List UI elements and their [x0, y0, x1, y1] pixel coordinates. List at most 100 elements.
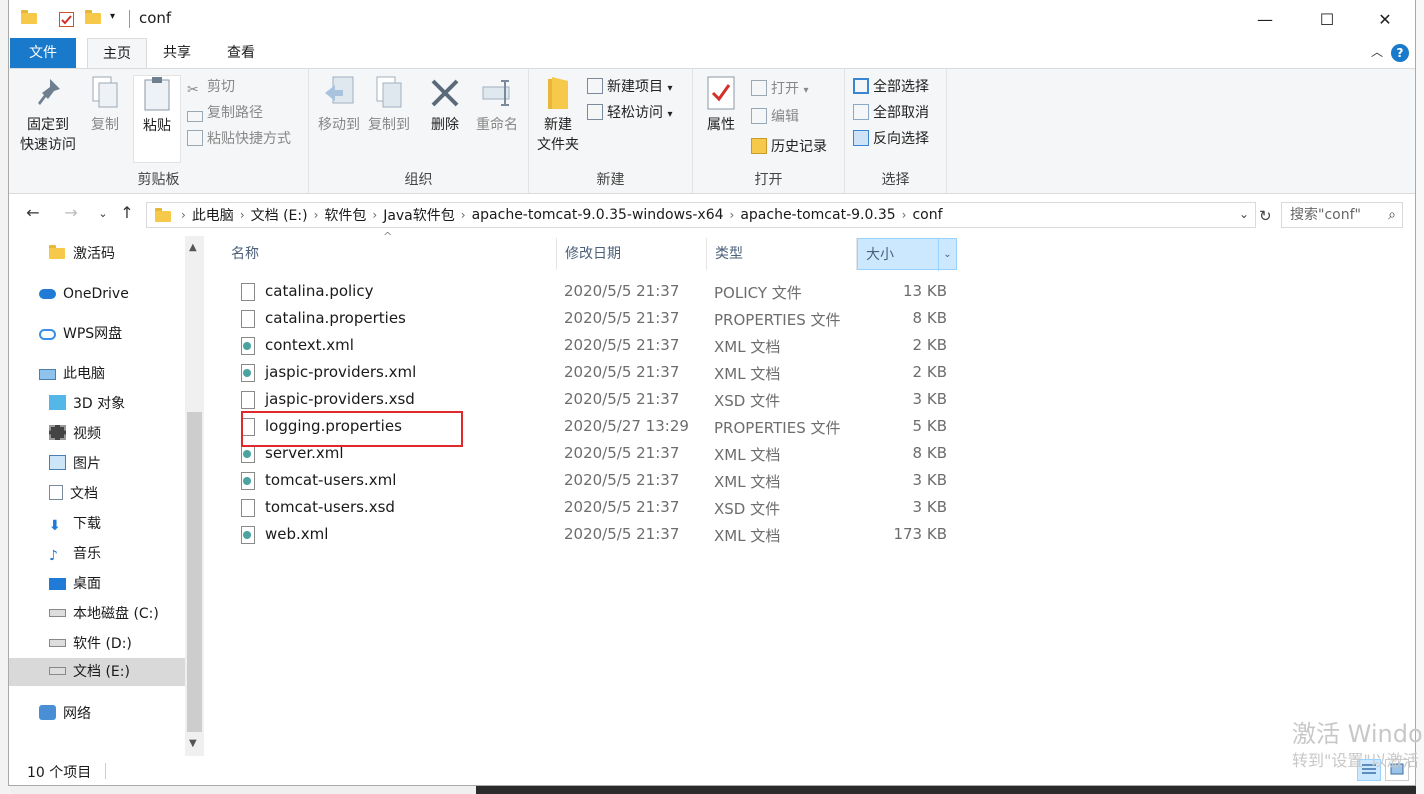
copy-path-icon: [187, 111, 203, 122]
nav-scrollbar-thumb[interactable]: [187, 412, 202, 732]
new-folder-quick-icon[interactable]: [85, 10, 103, 28]
nav-item-drive-e[interactable]: 文档 (E:): [9, 658, 185, 686]
breadcrumb-java[interactable]: Java软件包: [383, 205, 455, 225]
paste-shortcut-button[interactable]: 粘贴快捷方式: [187, 127, 291, 151]
column-header-date[interactable]: 修改日期: [557, 238, 707, 270]
forward-arrow-icon[interactable]: →: [59, 203, 83, 222]
chevron-right-icon[interactable]: ›: [730, 208, 735, 222]
address-dropdown-icon[interactable]: ⌄: [1239, 207, 1249, 221]
move-to-button[interactable]: 移动到: [315, 75, 363, 135]
chevron-up-icon[interactable]: ︿: [1371, 43, 1383, 60]
network-icon: [39, 705, 56, 720]
open-button[interactable]: 打开 ▾: [751, 77, 808, 101]
easy-access-button[interactable]: 轻松访问 ▾: [587, 101, 672, 125]
title-separator: [129, 10, 130, 28]
chevron-right-icon[interactable]: ›: [240, 208, 245, 222]
nav-item-this-pc[interactable]: 此电脑: [39, 360, 105, 388]
nav-item-downloads[interactable]: ⬇ 下载: [49, 510, 101, 538]
close-button[interactable]: ✕: [1355, 0, 1415, 38]
tab-home[interactable]: 主页: [87, 38, 147, 69]
breadcrumb-conf[interactable]: conf: [912, 207, 942, 223]
rename-button[interactable]: 重命名: [471, 75, 523, 135]
music-icon: ♪: [49, 548, 58, 564]
copy-path-button[interactable]: 复制路径: [187, 101, 263, 125]
minimize-button[interactable]: —: [1235, 0, 1295, 38]
xml-file-icon: [241, 337, 255, 355]
properties-quick-icon[interactable]: [59, 12, 74, 27]
search-input[interactable]: 搜索"conf" ⌕: [1281, 202, 1403, 228]
nav-item-music[interactable]: ♪ 音乐: [49, 540, 101, 568]
breadcrumb-this-pc[interactable]: 此电脑: [192, 205, 234, 225]
new-item-button[interactable]: 新建项目 ▾: [587, 75, 672, 99]
nav-item-documents[interactable]: 文档: [49, 480, 98, 508]
drive-d-icon: [49, 639, 66, 647]
tab-share[interactable]: 共享: [149, 38, 205, 68]
breadcrumb-tomcat[interactable]: apache-tomcat-9.0.35: [740, 207, 895, 223]
table-row[interactable]: catalina.properties 2020/5/5 21:37 PROPE…: [233, 305, 953, 332]
chevron-right-icon[interactable]: ›: [461, 208, 466, 222]
table-row[interactable]: tomcat-users.xsd 2020/5/5 21:37 XSD 文件 3…: [233, 494, 953, 521]
new-folder-button[interactable]: 新建 文件夹: [533, 75, 583, 155]
properties-button[interactable]: 属性: [699, 75, 743, 135]
tab-view[interactable]: 查看: [213, 38, 269, 68]
xml-file-icon: [241, 364, 255, 382]
nav-item-drive-d[interactable]: 软件 (D:): [49, 630, 132, 658]
nav-item-pictures[interactable]: 图片: [49, 450, 101, 478]
copy-to-button[interactable]: 复制到: [365, 75, 413, 135]
paste-button[interactable]: 粘贴: [133, 75, 181, 163]
scroll-up-icon[interactable]: ▲: [189, 242, 197, 253]
column-header-type[interactable]: 类型: [707, 238, 857, 270]
table-row[interactable]: tomcat-users.xml 2020/5/5 21:37 XML 文档 3…: [233, 467, 953, 494]
nav-item-desktop[interactable]: 桌面: [49, 570, 101, 598]
table-row[interactable]: jaspic-providers.xml 2020/5/5 21:37 XML …: [233, 359, 953, 386]
new-item-icon: [587, 78, 603, 94]
edit-button[interactable]: 编辑: [751, 105, 799, 129]
select-none-button[interactable]: 全部取消: [853, 101, 929, 125]
chevron-right-icon[interactable]: ›: [314, 208, 319, 222]
chevron-right-icon[interactable]: ›: [181, 208, 186, 222]
nav-item-activation-code[interactable]: 激活码: [49, 240, 115, 268]
nav-item-drive-c[interactable]: 本地磁盘 (C:): [49, 600, 159, 628]
paste-icon: [141, 76, 173, 112]
pin-icon: [32, 75, 64, 111]
table-row[interactable]: context.xml 2020/5/5 21:37 XML 文档 2 KB: [233, 332, 953, 359]
back-arrow-icon[interactable]: ←: [21, 203, 45, 222]
maximize-button[interactable]: ☐: [1297, 0, 1357, 38]
help-icon[interactable]: ?: [1391, 44, 1409, 62]
recent-locations-chevron-icon[interactable]: ⌄: [91, 207, 115, 220]
nav-item-3d-objects[interactable]: 3D 对象: [49, 390, 125, 418]
column-dropdown-icon[interactable]: ⌄: [938, 239, 956, 271]
delete-button[interactable]: 删除: [425, 75, 465, 135]
scroll-down-icon[interactable]: ▼: [189, 738, 197, 749]
nav-item-wps-cloud[interactable]: WPS网盘: [39, 320, 122, 348]
group-label-select: 选择: [881, 172, 910, 188]
cut-button[interactable]: ✂ 剪切: [187, 75, 235, 99]
select-all-button[interactable]: 全部选择: [853, 75, 929, 99]
chevron-right-icon[interactable]: ›: [372, 208, 377, 222]
copy-button[interactable]: 复制: [83, 75, 127, 135]
up-arrow-icon[interactable]: ↑: [115, 203, 139, 222]
nav-item-onedrive[interactable]: OneDrive: [39, 280, 129, 308]
invert-selection-button[interactable]: 反向选择: [853, 127, 929, 151]
column-header-size[interactable]: 大小 ⌄: [857, 238, 957, 271]
nav-item-network[interactable]: 网络: [39, 700, 91, 728]
breadcrumb-software[interactable]: 软件包: [324, 205, 366, 225]
pin-to-quick-access-button[interactable]: 固定到 快速访问: [17, 75, 79, 155]
breadcrumb-drive-e[interactable]: 文档 (E:): [251, 205, 308, 225]
nav-scrollbar[interactable]: ▲ ▼: [185, 236, 204, 756]
breadcrumb-tomcat-x64[interactable]: apache-tomcat-9.0.35-windows-x64: [472, 207, 724, 223]
customize-quick-access-icon[interactable]: ▾: [110, 11, 128, 29]
tab-file[interactable]: 文件: [10, 38, 76, 68]
address-bar[interactable]: › 此电脑 › 文档 (E:) › 软件包 › Java软件包 › apache…: [146, 202, 1256, 228]
column-header-name[interactable]: 名称: [223, 238, 557, 270]
xml-file-icon: [241, 445, 255, 463]
refresh-icon[interactable]: ↻: [1259, 207, 1272, 225]
nav-item-video[interactable]: 视频: [49, 420, 101, 448]
easy-access-icon: [587, 104, 603, 120]
table-row[interactable]: catalina.policy 2020/5/5 21:37 POLICY 文件…: [233, 278, 953, 305]
table-row[interactable]: jaspic-providers.xsd 2020/5/5 21:37 XSD …: [233, 386, 953, 413]
chevron-right-icon[interactable]: ›: [902, 208, 907, 222]
table-row[interactable]: web.xml 2020/5/5 21:37 XML 文档 173 KB: [233, 521, 953, 548]
computer-icon: [39, 369, 56, 380]
history-button[interactable]: 历史记录: [751, 135, 827, 159]
